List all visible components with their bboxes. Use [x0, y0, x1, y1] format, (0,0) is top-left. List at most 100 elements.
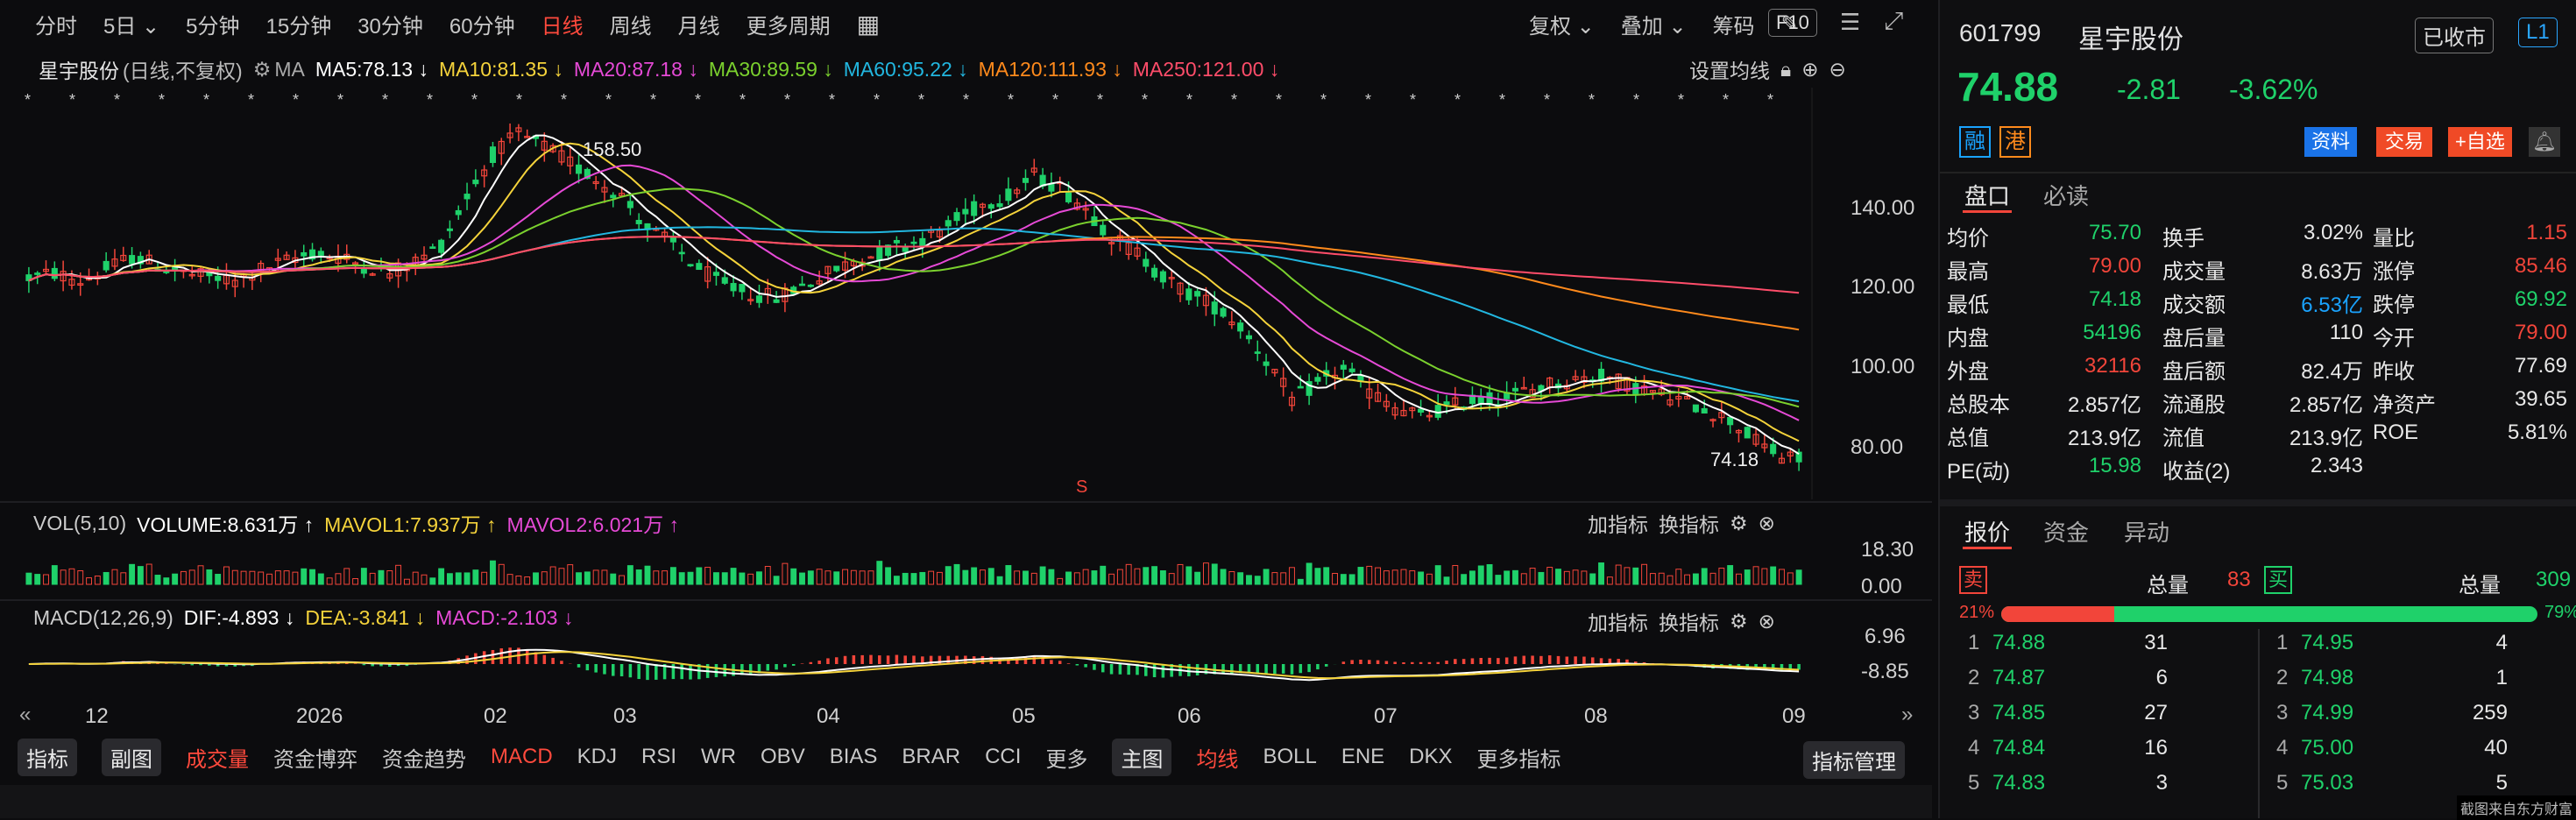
period-monthly[interactable]: 月线 [678, 9, 720, 39]
f10-button[interactable]: F10 [1768, 9, 1817, 37]
volume-bar [1701, 568, 1708, 585]
period-15min[interactable]: 15分钟 [266, 9, 332, 39]
main-ma[interactable]: 均线 [1196, 742, 1238, 773]
volume-bar [567, 564, 574, 585]
zoom-out-icon[interactable]: ⊖ [1829, 58, 1846, 81]
ind-kdj[interactable]: KDJ [577, 745, 617, 769]
main-chart-tab[interactable]: 主图 [1112, 738, 1172, 776]
macd-tick: 6.96 [1865, 625, 1906, 648]
ind-more[interactable]: 更多 [1045, 742, 1087, 773]
kline-chart[interactable]: * * * * * * * * * * * * * * * * * * * * * * * * * * * * * * * * * * * * * * * *… [0, 88, 1932, 499]
stat-label: ROE [2373, 421, 2419, 444]
event-marker: * [829, 91, 835, 109]
period-daily[interactable]: 日线 [541, 9, 584, 39]
volume-bar [223, 566, 230, 585]
ma20-value: MA20:87.18 ↓ [573, 57, 698, 81]
level-badge[interactable]: L1 [2518, 18, 2558, 47]
volume-bar [94, 575, 101, 585]
ind-bias[interactable]: BIAS [830, 745, 878, 769]
ind-volume[interactable]: 成交量 [186, 742, 249, 773]
main-boll[interactable]: BOLL [1263, 745, 1316, 769]
ma-settings-button[interactable]: 设置均线 [1689, 54, 1770, 84]
volume-bar [34, 574, 41, 585]
time-tick: 06 [1178, 704, 1201, 728]
zoom-in-icon[interactable]: ⊕ [1801, 58, 1818, 81]
overlay-menu[interactable]: 叠加 ⌄ [1621, 9, 1687, 39]
bell-icon[interactable]: 🔔︎ [2529, 127, 2560, 157]
volume-bar [1280, 572, 1287, 585]
candle-body [1770, 443, 1777, 455]
volume-bar [1220, 569, 1227, 585]
hk-connect-badge[interactable]: 港 [1999, 126, 2031, 158]
gear-icon[interactable]: ⚙ [253, 58, 272, 81]
tab-order-panel[interactable]: 盘口 [1964, 179, 2010, 211]
tab-funds[interactable]: 资金 [2043, 515, 2089, 548]
candle-body [1744, 427, 1751, 439]
book-level: 5 [1968, 771, 1980, 795]
main-more[interactable]: 更多指标 [1477, 742, 1561, 773]
indicator-tab[interactable]: 指标 [18, 738, 77, 776]
price-tick: 100.00 [1851, 355, 1914, 378]
stat-label: 成交额 [2162, 293, 2226, 317]
tab-anomaly[interactable]: 异动 [2124, 515, 2169, 548]
ind-wr[interactable]: WR [701, 745, 736, 769]
main-dkx[interactable]: DKX [1409, 745, 1452, 769]
period-60min[interactable]: 60分钟 [449, 9, 515, 39]
period-5min[interactable]: 5分钟 [186, 9, 239, 39]
volume-bar [739, 572, 746, 585]
ind-cci[interactable]: CCI [985, 745, 1021, 769]
volume-bar [86, 577, 92, 585]
indicator-manage-button[interactable]: 指标管理 [1803, 741, 1905, 779]
volume-bar [1434, 565, 1441, 585]
volume-bar [1091, 570, 1098, 585]
grid-layout-icon[interactable]: ▦ [857, 10, 880, 39]
period-30min[interactable]: 30分钟 [357, 9, 423, 39]
volume-bar [764, 566, 771, 585]
tab-must-read[interactable]: 必读 [2043, 179, 2089, 211]
ind-rsi[interactable]: RSI [641, 745, 676, 769]
fullscreen-icon[interactable]: ⤢ [1884, 7, 1903, 36]
volume-bar [1736, 573, 1742, 585]
volume-bar [1486, 564, 1493, 585]
stat-value: 213.9亿 [2067, 427, 2141, 450]
add-watchlist-button[interactable]: +自选 [2448, 127, 2512, 157]
ind-fund-game[interactable]: 资金博弈 [273, 742, 357, 773]
scroll-right-icon[interactable]: » [1901, 703, 1913, 727]
ind-macd[interactable]: MACD [491, 745, 553, 769]
ind-obv[interactable]: OBV [761, 745, 805, 769]
volume-bar [506, 574, 513, 585]
event-marker: * [918, 91, 924, 109]
subchart-tab[interactable]: 副图 [102, 738, 161, 776]
chips-menu[interactable]: 筹码 [1713, 9, 1755, 39]
scroll-left-icon[interactable]: « [19, 703, 31, 727]
active-tab-underline [1963, 210, 2012, 213]
settings-sliders-icon[interactable]: ☰ [1840, 9, 1860, 36]
volume-bar [1211, 563, 1218, 585]
lock-icon[interactable]: 🔒︎ [1780, 58, 1791, 81]
period-5day[interactable]: 5日 ⌄ [103, 9, 159, 39]
period-more[interactable]: 更多周期 [747, 9, 831, 39]
volume-bar [1314, 568, 1321, 585]
profile-button[interactable]: 资料 [2304, 127, 2358, 157]
volume-bar [1348, 574, 1355, 585]
main-ene[interactable]: ENE [1341, 745, 1384, 769]
adjust-menu[interactable]: 复权 ⌄ [1529, 9, 1595, 39]
time-tick: 2026 [296, 704, 343, 728]
event-marker: * [69, 91, 75, 109]
volume-bar [1752, 566, 1759, 585]
trade-button[interactable]: 交易 [2376, 127, 2433, 157]
time-tick: 03 [613, 704, 637, 728]
period-fenshi[interactable]: 分时 [35, 9, 77, 39]
ind-fund-trend[interactable]: 资金趋势 [382, 742, 466, 773]
stat-value: 54196 [2083, 321, 2141, 344]
tab-quote[interactable]: 报价 [1964, 515, 2010, 548]
period-weekly[interactable]: 周线 [610, 9, 652, 39]
volume-bar [498, 563, 505, 585]
volume-bar [980, 569, 986, 585]
volume-bar [180, 570, 187, 585]
ind-brar[interactable]: BRAR [902, 745, 960, 769]
candle-body [1434, 405, 1441, 418]
candle-body [773, 299, 780, 303]
volume-bar [258, 571, 265, 585]
margin-badge[interactable]: 融 [1959, 126, 1991, 158]
